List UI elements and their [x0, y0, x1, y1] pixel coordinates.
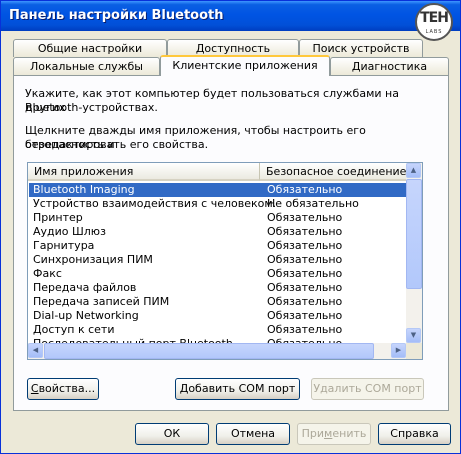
- list-item[interactable]: Устройство взаимодействия с человеком. Не…: [29, 197, 407, 211]
- horizontal-scrollbar[interactable]: ◀ ▶: [28, 343, 406, 359]
- cancel-button[interactable]: Отмена: [216, 423, 290, 445]
- list-item[interactable]: Dial-up Networking Обязательно: [29, 309, 407, 323]
- properties-accel: С: [30, 382, 39, 395]
- secure-value: Обязательно: [267, 267, 343, 280]
- window-title: Панель настройки Bluetooth: [9, 8, 224, 23]
- app-name: Факс: [33, 267, 62, 280]
- logo-text: ТЕН: [420, 10, 449, 26]
- add-com-port-button[interactable]: Добавить COM порт: [175, 378, 300, 400]
- properties-button[interactable]: Свойства...: [27, 378, 99, 400]
- list-item[interactable]: Передача файлов Обязательно: [29, 281, 407, 295]
- title-bar[interactable]: Панель настройки Bluetooth: [1, 1, 460, 31]
- add-com-port-label: Добавить COM порт: [179, 382, 296, 395]
- apply-label-a: При: [301, 427, 325, 440]
- list-item[interactable]: Доступ к сети Обязательно: [29, 323, 407, 337]
- list-item[interactable]: Передача записей ПИМ Обязательно: [29, 295, 407, 309]
- app-name: Передача файлов: [33, 281, 137, 294]
- description-line: Bluetooth-устройствах.: [25, 101, 158, 114]
- app-name: Передача записей ПИМ: [33, 295, 170, 308]
- tab-label: Диагностика: [351, 60, 428, 73]
- app-name: Dial-up Networking: [33, 309, 139, 322]
- tab-diagnostics[interactable]: Диагностика: [330, 57, 449, 75]
- column-header-app-name[interactable]: Имя приложения: [28, 163, 260, 181]
- tab-general-settings[interactable]: Общие настройки: [13, 39, 167, 57]
- list-item[interactable]: Принтер Обязательно: [29, 211, 407, 225]
- tab-label: Локальные службы: [29, 60, 143, 73]
- scroll-down-icon[interactable]: ▼: [406, 328, 421, 343]
- scroll-right-icon[interactable]: ▶: [391, 343, 406, 358]
- ok-button[interactable]: ОК: [135, 423, 209, 445]
- properties-label: войства...: [38, 382, 96, 395]
- apply-label-b: енить: [332, 427, 367, 440]
- list-item[interactable]: Bluetooth Imaging Обязательно: [29, 183, 407, 197]
- help-label: Справка: [390, 427, 439, 440]
- secure-value: Обязательно: [267, 183, 343, 196]
- remove-com-port-label: Удалить COM порт: [313, 382, 422, 395]
- column-header-secure-connection[interactable]: Безопасное соединение: [260, 163, 408, 181]
- list-item[interactable]: Гарнитура Обязательно: [29, 239, 407, 253]
- bluetooth-settings-window: Панель настройки Bluetooth ТЕН LABS Общи…: [0, 0, 461, 454]
- scroll-up-icon[interactable]: ▲: [406, 163, 421, 178]
- app-name: Гарнитура: [33, 239, 95, 252]
- tab-label: Поиск устройств: [312, 42, 410, 55]
- secure-value: Не обязательно: [267, 197, 359, 210]
- secure-value: Обязательно: [267, 281, 343, 294]
- scroll-left-icon[interactable]: ◀: [28, 343, 43, 358]
- tab-client-applications[interactable]: Клиентские приложения: [160, 55, 330, 76]
- tab-label: Клиентские приложения: [172, 59, 318, 72]
- secure-value: Обязательно: [267, 239, 343, 252]
- tab-label: Доступность: [195, 42, 271, 55]
- app-name: Устройство взаимодействия с человеком.: [33, 197, 277, 210]
- app-name: Синхронизация ПИМ: [33, 253, 153, 266]
- scroll-corner: [406, 343, 422, 359]
- cancel-label: Отмена: [230, 427, 276, 440]
- tab-local-services[interactable]: Локальные службы: [13, 57, 160, 75]
- app-name: Доступ к сети: [33, 323, 115, 336]
- app-name: Принтер: [33, 211, 83, 224]
- secure-value: Обязательно: [267, 323, 343, 336]
- vertical-scrollbar[interactable]: ▲ ▼: [406, 163, 422, 343]
- secure-value: Обязательно: [267, 211, 343, 224]
- apply-button[interactable]: Применить: [297, 423, 371, 445]
- secure-value: Обязательно: [267, 253, 343, 266]
- horizontal-scroll-thumb[interactable]: [44, 343, 374, 359]
- list-item[interactable]: Синхронизация ПИМ Обязательно: [29, 253, 407, 267]
- tehlabs-logo: ТЕН LABS: [415, 3, 453, 41]
- tab-label: Общие настройки: [37, 42, 143, 55]
- ok-label: ОК: [163, 427, 181, 440]
- description-line: отредактировать его свойства.: [25, 138, 209, 151]
- logo-subtext: LABS: [425, 29, 443, 35]
- remove-com-port-button[interactable]: Удалить COM порт: [311, 378, 424, 400]
- help-button[interactable]: Справка: [378, 423, 451, 445]
- app-name: Bluetooth Imaging: [33, 183, 135, 196]
- applications-list[interactable]: Имя приложения Безопасное соединение Blu…: [27, 162, 423, 360]
- secure-value: Обязательно: [267, 309, 343, 322]
- app-name: Аудио Шлюз: [33, 225, 106, 238]
- vertical-scroll-thumb[interactable]: [406, 179, 422, 289]
- secure-value: Обязательно: [267, 295, 343, 308]
- list-item[interactable]: Аудио Шлюз Обязательно: [29, 225, 407, 239]
- list-item[interactable]: Факс Обязательно: [29, 267, 407, 281]
- secure-value: Обязательно: [267, 225, 343, 238]
